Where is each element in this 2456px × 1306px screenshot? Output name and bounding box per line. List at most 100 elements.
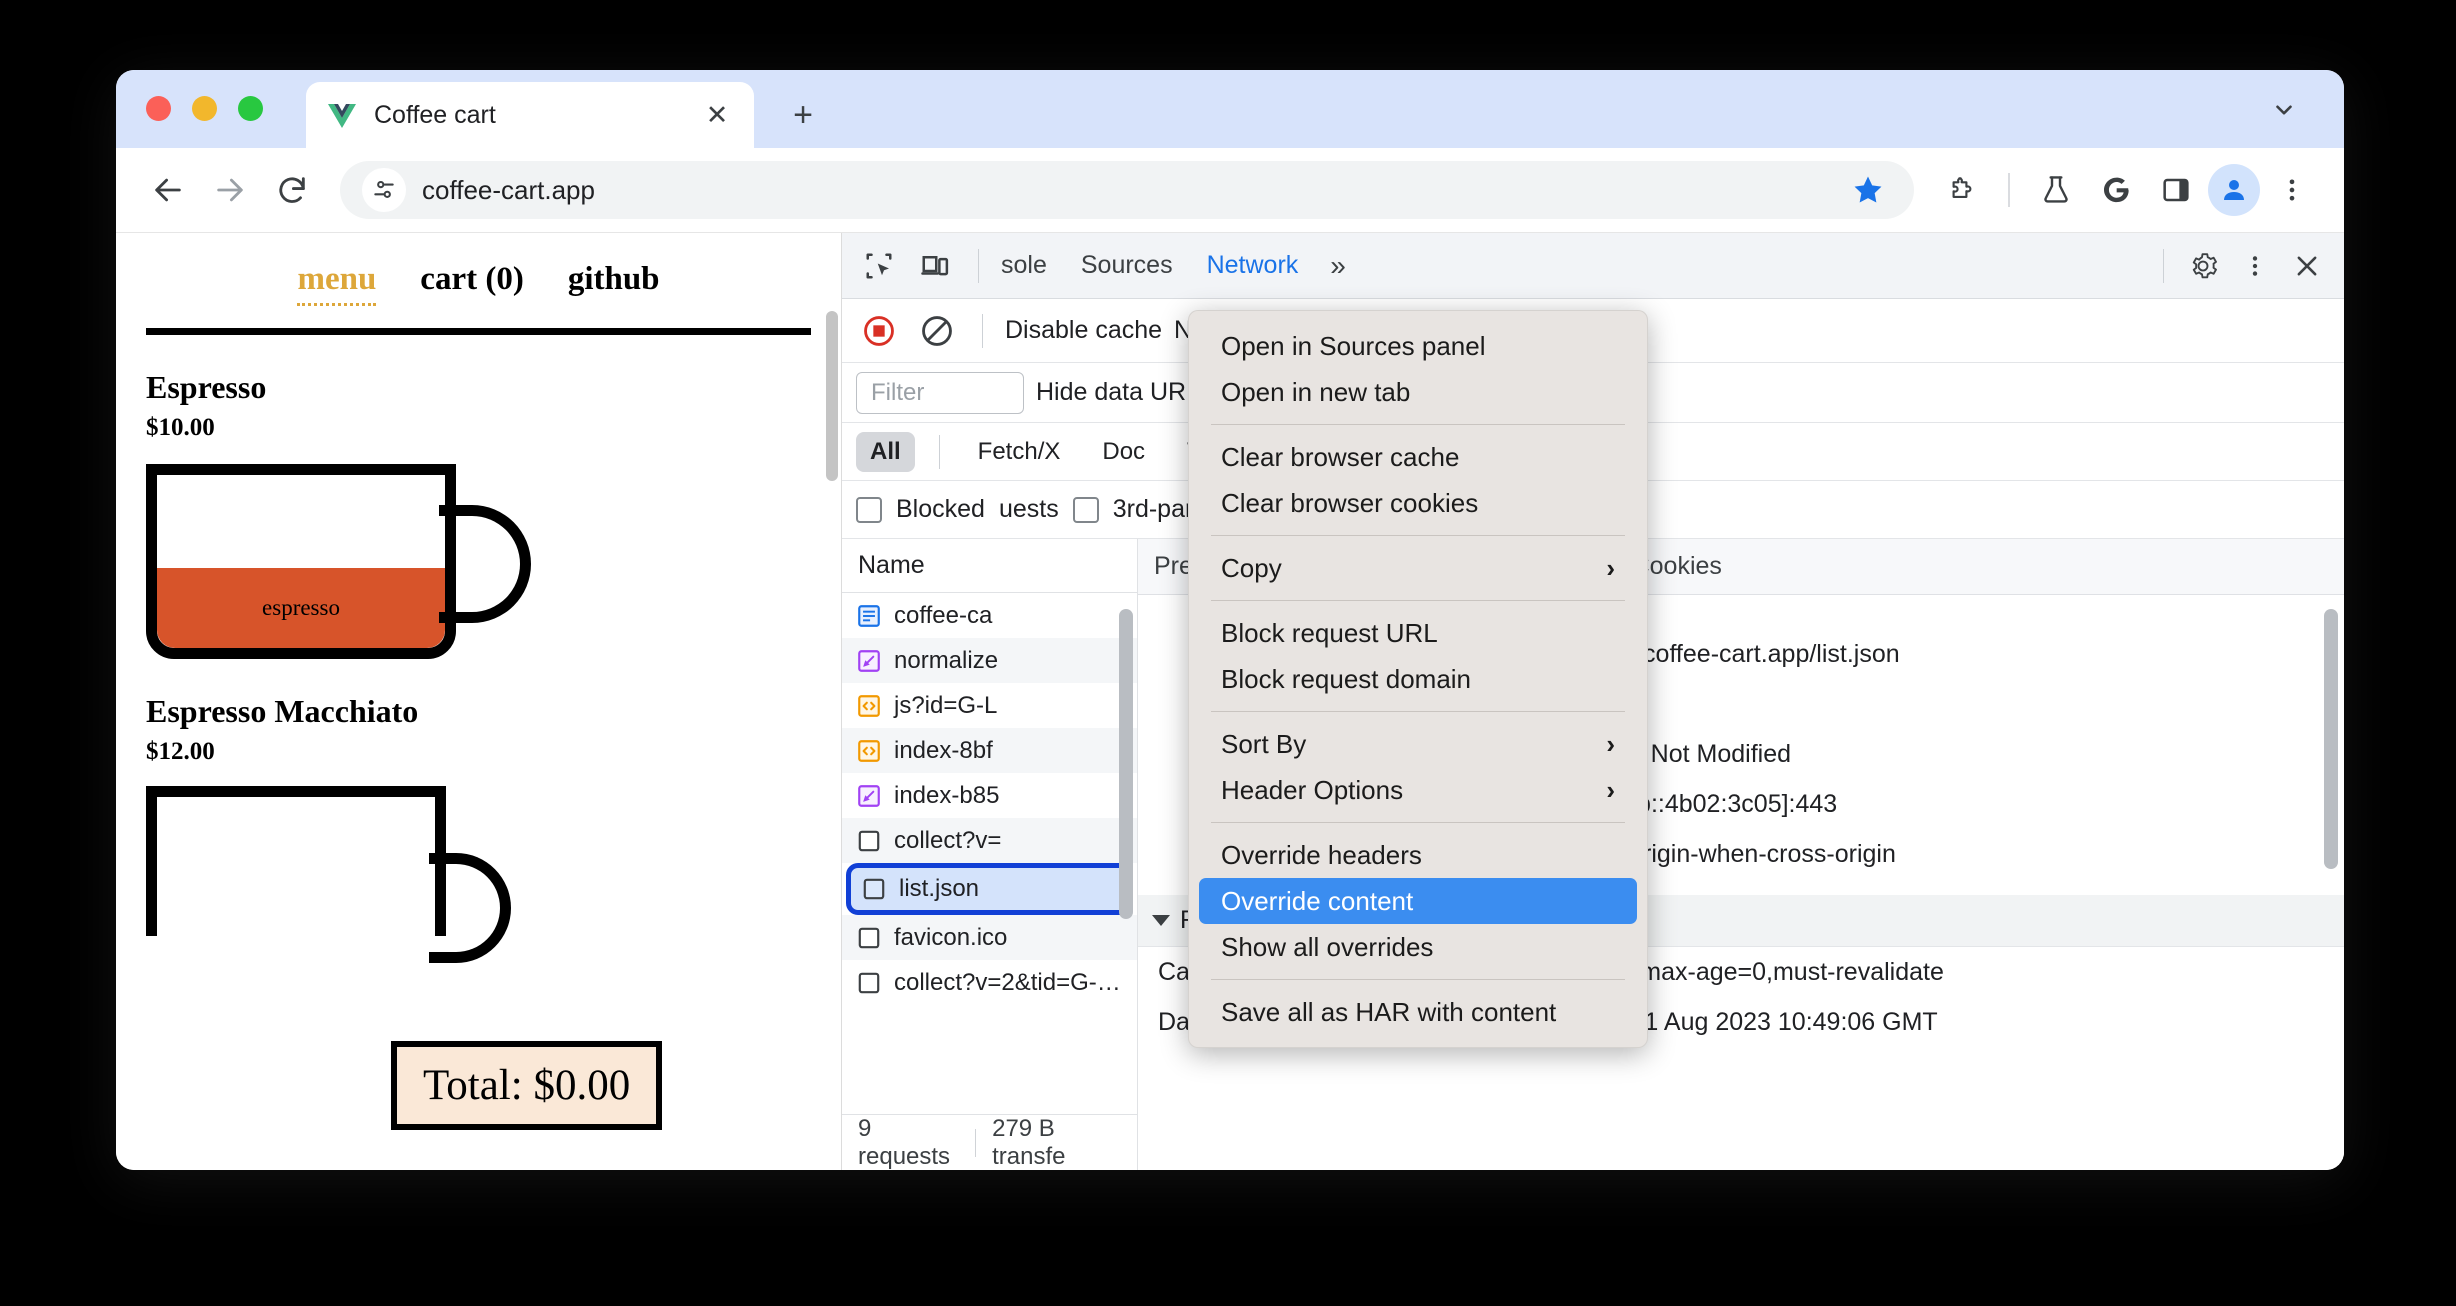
close-window-button[interactable] [146, 96, 171, 121]
product-price: $12.00 [146, 738, 215, 765]
generic-icon [856, 925, 882, 951]
menu-item-label: Sort By [1221, 728, 1307, 759]
caret-down-icon [1152, 915, 1170, 926]
url-text: coffee-cart.app [422, 174, 595, 205]
device-toolbar-icon[interactable] [912, 243, 958, 289]
menu-item-copy[interactable]: Copy › [1199, 545, 1637, 591]
request-list-column-header[interactable]: Name [842, 539, 1137, 593]
cup-handle [429, 853, 511, 963]
browser-menu-three-dot-icon[interactable] [2264, 162, 2320, 218]
toolbar-divider [2163, 248, 2164, 283]
cup-graphic-macchiato[interactable] [146, 786, 511, 963]
devtools-tabbar-actions [2153, 243, 2330, 289]
more-panels-chevron-icon[interactable]: » [1330, 250, 1346, 282]
disable-cache-checkbox[interactable]: Disable cache [1005, 316, 1162, 345]
minimize-window-button[interactable] [192, 96, 217, 121]
reload-button[interactable] [264, 162, 320, 218]
browser-tab[interactable]: Coffee cart ✕ [306, 82, 754, 148]
tab-console[interactable]: sole [999, 237, 1049, 294]
detail-scrollbar[interactable] [2324, 609, 2338, 869]
table-row[interactable]: index-8bf [842, 728, 1137, 773]
site-settings-tune-icon[interactable] [362, 168, 406, 212]
toolbar-divider [982, 313, 983, 348]
table-row-selected-list-json[interactable]: list.json [846, 863, 1133, 915]
site-navigation: menu cart (0) github [146, 233, 811, 335]
site-nav-link-menu[interactable]: menu [297, 261, 377, 306]
address-bar[interactable]: coffee-cart.app [340, 161, 1914, 219]
maximize-window-button[interactable] [238, 96, 263, 121]
table-row[interactable]: index-b85 [842, 773, 1137, 818]
filter-input[interactable]: Filter [856, 371, 1024, 414]
request-name: list.json [899, 875, 980, 902]
menu-separator [1211, 979, 1625, 980]
cup-graphic-espresso[interactable]: espresso [146, 464, 531, 659]
browser-window: Coffee cart ✕ + coffee-cart.app menu car… [116, 70, 2344, 1170]
filter-chip-doc[interactable]: Doc [1088, 432, 1159, 472]
devtools-panel-tabs: sole Sources Network » [999, 237, 2143, 294]
devtools-menu-three-dot-icon[interactable] [2232, 243, 2278, 289]
menu-item-save-all-as-har-with-content[interactable]: Save all as HAR with content [1199, 989, 1637, 1035]
menu-separator [1211, 600, 1625, 601]
labs-flask-icon[interactable] [2028, 162, 2084, 218]
table-row[interactable]: collect?v=2&tid=G-… [842, 960, 1137, 1005]
menu-item-block-request-domain[interactable]: Block request domain [1199, 656, 1637, 702]
forward-button[interactable] [202, 162, 258, 218]
close-tab-button[interactable]: ✕ [700, 98, 734, 132]
menu-item-sort-by[interactable]: Sort By › [1199, 721, 1637, 767]
tab-network[interactable]: Network [1205, 237, 1301, 294]
bookmark-star-icon[interactable] [1844, 166, 1892, 214]
clear-network-log-icon[interactable] [914, 308, 960, 354]
menu-item-open-in-sources-panel[interactable]: Open in Sources panel [1199, 323, 1637, 369]
menu-item-override-headers[interactable]: Override headers [1199, 832, 1637, 878]
tab-sources[interactable]: Sources [1079, 237, 1175, 294]
menu-item-override-content[interactable]: Override content [1199, 878, 1637, 924]
menu-item-clear-browser-cookies[interactable]: Clear browser cookies [1199, 480, 1637, 526]
record-stop-icon[interactable] [856, 308, 902, 354]
menu-item-label: Header Options [1221, 774, 1404, 805]
submenu-chevron-icon: › [1606, 774, 1615, 805]
browser-toolbar: coffee-cart.app [116, 148, 2344, 232]
table-row[interactable]: js?id=G-L [842, 683, 1137, 728]
blocked-checkbox[interactable] [856, 496, 882, 523]
table-row[interactable]: normalize [842, 638, 1137, 683]
profile-avatar[interactable] [2208, 164, 2260, 216]
gear-icon[interactable] [2180, 243, 2226, 289]
request-name: favicon.ico [894, 923, 1008, 951]
generic-icon [861, 876, 887, 902]
network-context-menu: Open in Sources panel Open in new tab Cl… [1188, 310, 1648, 1048]
filter-chip-all[interactable]: All [856, 431, 915, 472]
tab-search-button[interactable] [2258, 84, 2310, 136]
close-devtools-icon[interactable] [2284, 243, 2330, 289]
menu-item-block-request-url[interactable]: Block request URL [1199, 610, 1637, 656]
back-button[interactable] [140, 162, 196, 218]
site-nav-link-github[interactable]: github [568, 261, 660, 298]
table-row[interactable]: coffee-ca [842, 593, 1137, 638]
menu-separator [1211, 822, 1625, 823]
menu-separator [1211, 535, 1625, 536]
request-name: collect?v= [894, 826, 1002, 854]
google-g-icon[interactable] [2088, 162, 2144, 218]
request-list-scrollbar[interactable] [1119, 609, 1133, 919]
site-nav-link-cart[interactable]: cart (0) [420, 261, 524, 298]
extensions-puzzle-icon[interactable] [1934, 162, 1990, 218]
transferred-size: 279 B transfe [992, 1114, 1066, 1170]
window-controls [146, 96, 263, 121]
tab-strip: Coffee cart ✕ + [116, 70, 2344, 148]
new-tab-button[interactable]: + [776, 88, 830, 142]
third-party-requests-checkbox[interactable] [1072, 496, 1099, 523]
menu-item-label: Copy [1221, 552, 1282, 583]
request-url-value: https://coffee-cart.app/list.json [1568, 639, 1900, 668]
toolbar-divider [938, 434, 940, 469]
vue-logo-icon [326, 99, 358, 131]
table-row[interactable]: favicon.ico [842, 915, 1137, 960]
side-panel-icon[interactable] [2148, 162, 2204, 218]
filter-chip-fetch-xhr[interactable]: Fetch/X [964, 432, 1075, 472]
script-icon [856, 693, 882, 719]
page-scrollbar[interactable] [826, 311, 838, 481]
inspect-element-icon[interactable] [856, 243, 902, 289]
menu-item-open-in-new-tab[interactable]: Open in new tab [1199, 369, 1637, 415]
menu-item-show-all-overrides[interactable]: Show all overrides [1199, 924, 1637, 970]
table-row[interactable]: collect?v= [842, 818, 1137, 863]
menu-item-clear-browser-cache[interactable]: Clear browser cache [1199, 434, 1637, 480]
menu-item-header-options[interactable]: Header Options › [1199, 767, 1637, 813]
